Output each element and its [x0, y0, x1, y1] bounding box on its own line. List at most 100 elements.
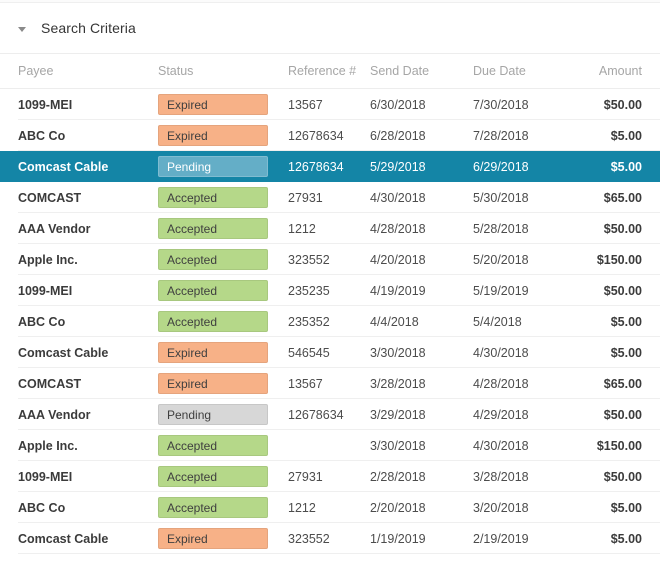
table-row[interactable]: COMCAST Expired 13567 3/28/2018 4/28/201… — [0, 368, 660, 399]
send-date-cell: 3/29/2018 — [370, 408, 473, 422]
table-row[interactable]: Comcast Cable Expired 323552 1/19/2019 2… — [0, 523, 660, 554]
column-header-send_date[interactable]: Send Date — [370, 64, 473, 78]
status-cell: Accepted — [158, 497, 288, 518]
due-date-cell: 4/30/2018 — [473, 346, 575, 360]
status-badge: Accepted — [158, 497, 268, 518]
send-date-cell: 1/19/2019 — [370, 532, 473, 546]
payee-cell: ABC Co — [18, 315, 158, 329]
send-date-cell: 4/20/2018 — [370, 253, 473, 267]
table-row[interactable]: AAA Vendor Accepted 1212 4/28/2018 5/28/… — [0, 213, 660, 244]
table-row[interactable]: ABC Co Accepted 1212 2/20/2018 3/20/2018… — [0, 492, 660, 523]
payee-cell: COMCAST — [18, 377, 158, 391]
reference-cell: 1212 — [288, 222, 370, 236]
payee-cell: Apple Inc. — [18, 439, 158, 453]
table-row[interactable]: Comcast Cable Expired 546545 3/30/2018 4… — [0, 337, 660, 368]
chevron-down-icon[interactable] — [18, 27, 26, 32]
due-date-cell: 7/28/2018 — [473, 129, 575, 143]
reference-cell: 27931 — [288, 191, 370, 205]
table-row[interactable]: AAA Vendor Pending 12678634 3/29/2018 4/… — [0, 399, 660, 430]
payee-cell: ABC Co — [18, 501, 158, 515]
status-badge: Accepted — [158, 249, 268, 270]
send-date-cell: 2/20/2018 — [370, 501, 473, 515]
reference-cell: 1212 — [288, 501, 370, 515]
reference-cell: 235235 — [288, 284, 370, 298]
amount-cell: $150.00 — [575, 439, 642, 453]
send-date-cell: 4/30/2018 — [370, 191, 473, 205]
status-cell: Accepted — [158, 466, 288, 487]
table-row[interactable]: Comcast Cable Pending 12678634 5/29/2018… — [0, 151, 660, 182]
amount-cell: $5.00 — [575, 532, 642, 546]
reference-cell: 12678634 — [288, 160, 370, 174]
payee-cell: AAA Vendor — [18, 408, 158, 422]
send-date-cell: 4/4/2018 — [370, 315, 473, 329]
search-criteria-header[interactable]: Search Criteria — [0, 2, 660, 54]
status-badge: Accepted — [158, 466, 268, 487]
column-header-amount[interactable]: Amount — [575, 64, 642, 78]
reference-cell: 323552 — [288, 253, 370, 267]
reference-cell: 13567 — [288, 98, 370, 112]
payee-cell: COMCAST — [18, 191, 158, 205]
status-cell: Accepted — [158, 311, 288, 332]
table-row[interactable]: 1099-MEI Accepted 27931 2/28/2018 3/28/2… — [0, 461, 660, 492]
status-cell: Pending — [158, 156, 288, 177]
amount-cell: $50.00 — [575, 284, 642, 298]
status-badge: Expired — [158, 373, 268, 394]
due-date-cell: 5/19/2019 — [473, 284, 575, 298]
status-cell: Pending — [158, 404, 288, 425]
amount-cell: $5.00 — [575, 160, 642, 174]
status-badge: Expired — [158, 125, 268, 146]
send-date-cell: 3/30/2018 — [370, 346, 473, 360]
reference-cell: 13567 — [288, 377, 370, 391]
table-row[interactable]: Apple Inc. Accepted 3/30/2018 4/30/2018 … — [0, 430, 660, 461]
amount-cell: $5.00 — [575, 129, 642, 143]
table-header-row: PayeeStatusReference #Send DateDue DateA… — [0, 54, 660, 89]
status-cell: Expired — [158, 125, 288, 146]
send-date-cell: 2/28/2018 — [370, 470, 473, 484]
send-date-cell: 3/28/2018 — [370, 377, 473, 391]
column-header-reference[interactable]: Reference # — [288, 64, 370, 78]
status-cell: Accepted — [158, 249, 288, 270]
payee-cell: 1099-MEI — [18, 284, 158, 298]
due-date-cell: 7/30/2018 — [473, 98, 575, 112]
send-date-cell: 4/28/2018 — [370, 222, 473, 236]
status-badge: Expired — [158, 342, 268, 363]
status-cell: Expired — [158, 94, 288, 115]
column-header-payee[interactable]: Payee — [18, 64, 158, 78]
reference-cell: 12678634 — [288, 129, 370, 143]
reference-cell: 546545 — [288, 346, 370, 360]
status-cell: Accepted — [158, 435, 288, 456]
send-date-cell: 5/29/2018 — [370, 160, 473, 174]
send-date-cell: 6/30/2018 — [370, 98, 473, 112]
table-row[interactable]: Apple Inc. Accepted 323552 4/20/2018 5/2… — [0, 244, 660, 275]
payee-cell: Comcast Cable — [18, 346, 158, 360]
reference-cell: 235352 — [288, 315, 370, 329]
payee-cell: Comcast Cable — [18, 532, 158, 546]
status-badge: Pending — [158, 404, 268, 425]
due-date-cell: 4/28/2018 — [473, 377, 575, 391]
table-row[interactable]: ABC Co Accepted 235352 4/4/2018 5/4/2018… — [0, 306, 660, 337]
amount-cell: $150.00 — [575, 253, 642, 267]
status-badge: Accepted — [158, 218, 268, 239]
column-header-status[interactable]: Status — [158, 64, 288, 78]
status-badge: Pending — [158, 156, 268, 177]
column-header-due_date[interactable]: Due Date — [473, 64, 575, 78]
payee-cell: 1099-MEI — [18, 470, 158, 484]
status-cell: Expired — [158, 342, 288, 363]
due-date-cell: 6/29/2018 — [473, 160, 575, 174]
amount-cell: $65.00 — [575, 377, 642, 391]
status-cell: Expired — [158, 373, 288, 394]
table-row[interactable]: COMCAST Accepted 27931 4/30/2018 5/30/20… — [0, 182, 660, 213]
send-date-cell: 3/30/2018 — [370, 439, 473, 453]
status-cell: Accepted — [158, 280, 288, 301]
amount-cell: $50.00 — [575, 98, 642, 112]
table-row[interactable]: 1099-MEI Accepted 235235 4/19/2019 5/19/… — [0, 275, 660, 306]
due-date-cell: 5/4/2018 — [473, 315, 575, 329]
amount-cell: $65.00 — [575, 191, 642, 205]
table-row[interactable]: 1099-MEI Expired 13567 6/30/2018 7/30/20… — [0, 89, 660, 120]
due-date-cell: 4/30/2018 — [473, 439, 575, 453]
reference-cell: 12678634 — [288, 408, 370, 422]
reference-cell: 27931 — [288, 470, 370, 484]
payee-cell: ABC Co — [18, 129, 158, 143]
due-date-cell: 2/19/2019 — [473, 532, 575, 546]
table-row[interactable]: ABC Co Expired 12678634 6/28/2018 7/28/2… — [0, 120, 660, 151]
